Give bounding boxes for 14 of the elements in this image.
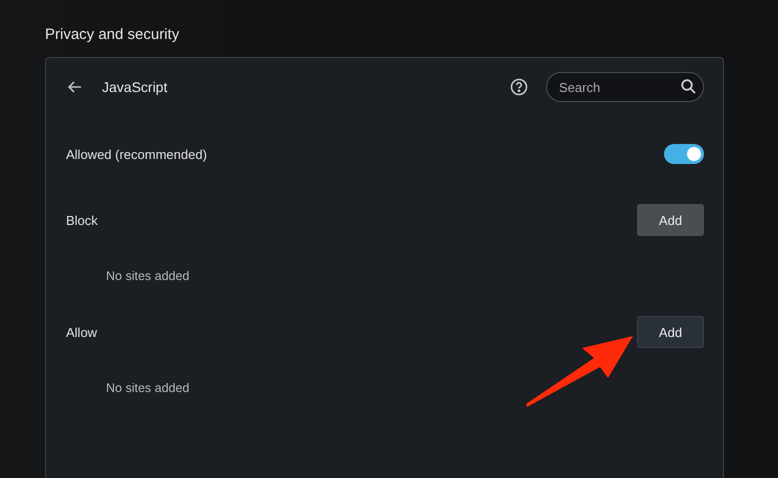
list-label: Allow <box>66 324 98 340</box>
section-title: Privacy and security <box>45 25 180 45</box>
empty-message: No sites added <box>106 269 190 283</box>
search-field[interactable]: Search <box>546 72 704 102</box>
add-button[interactable]: Add <box>637 316 704 348</box>
empty-message: No sites added <box>106 381 190 395</box>
toggle-switch[interactable] <box>664 144 704 164</box>
add-button[interactable]: Add <box>637 204 704 236</box>
search-icon <box>681 79 696 94</box>
page-title: JavaScript <box>102 79 168 95</box>
help-button[interactable] <box>510 78 528 96</box>
list-label: Block <box>66 212 98 228</box>
setting-label: Allowed (recommended) <box>66 146 207 162</box>
help-icon <box>510 78 528 96</box>
